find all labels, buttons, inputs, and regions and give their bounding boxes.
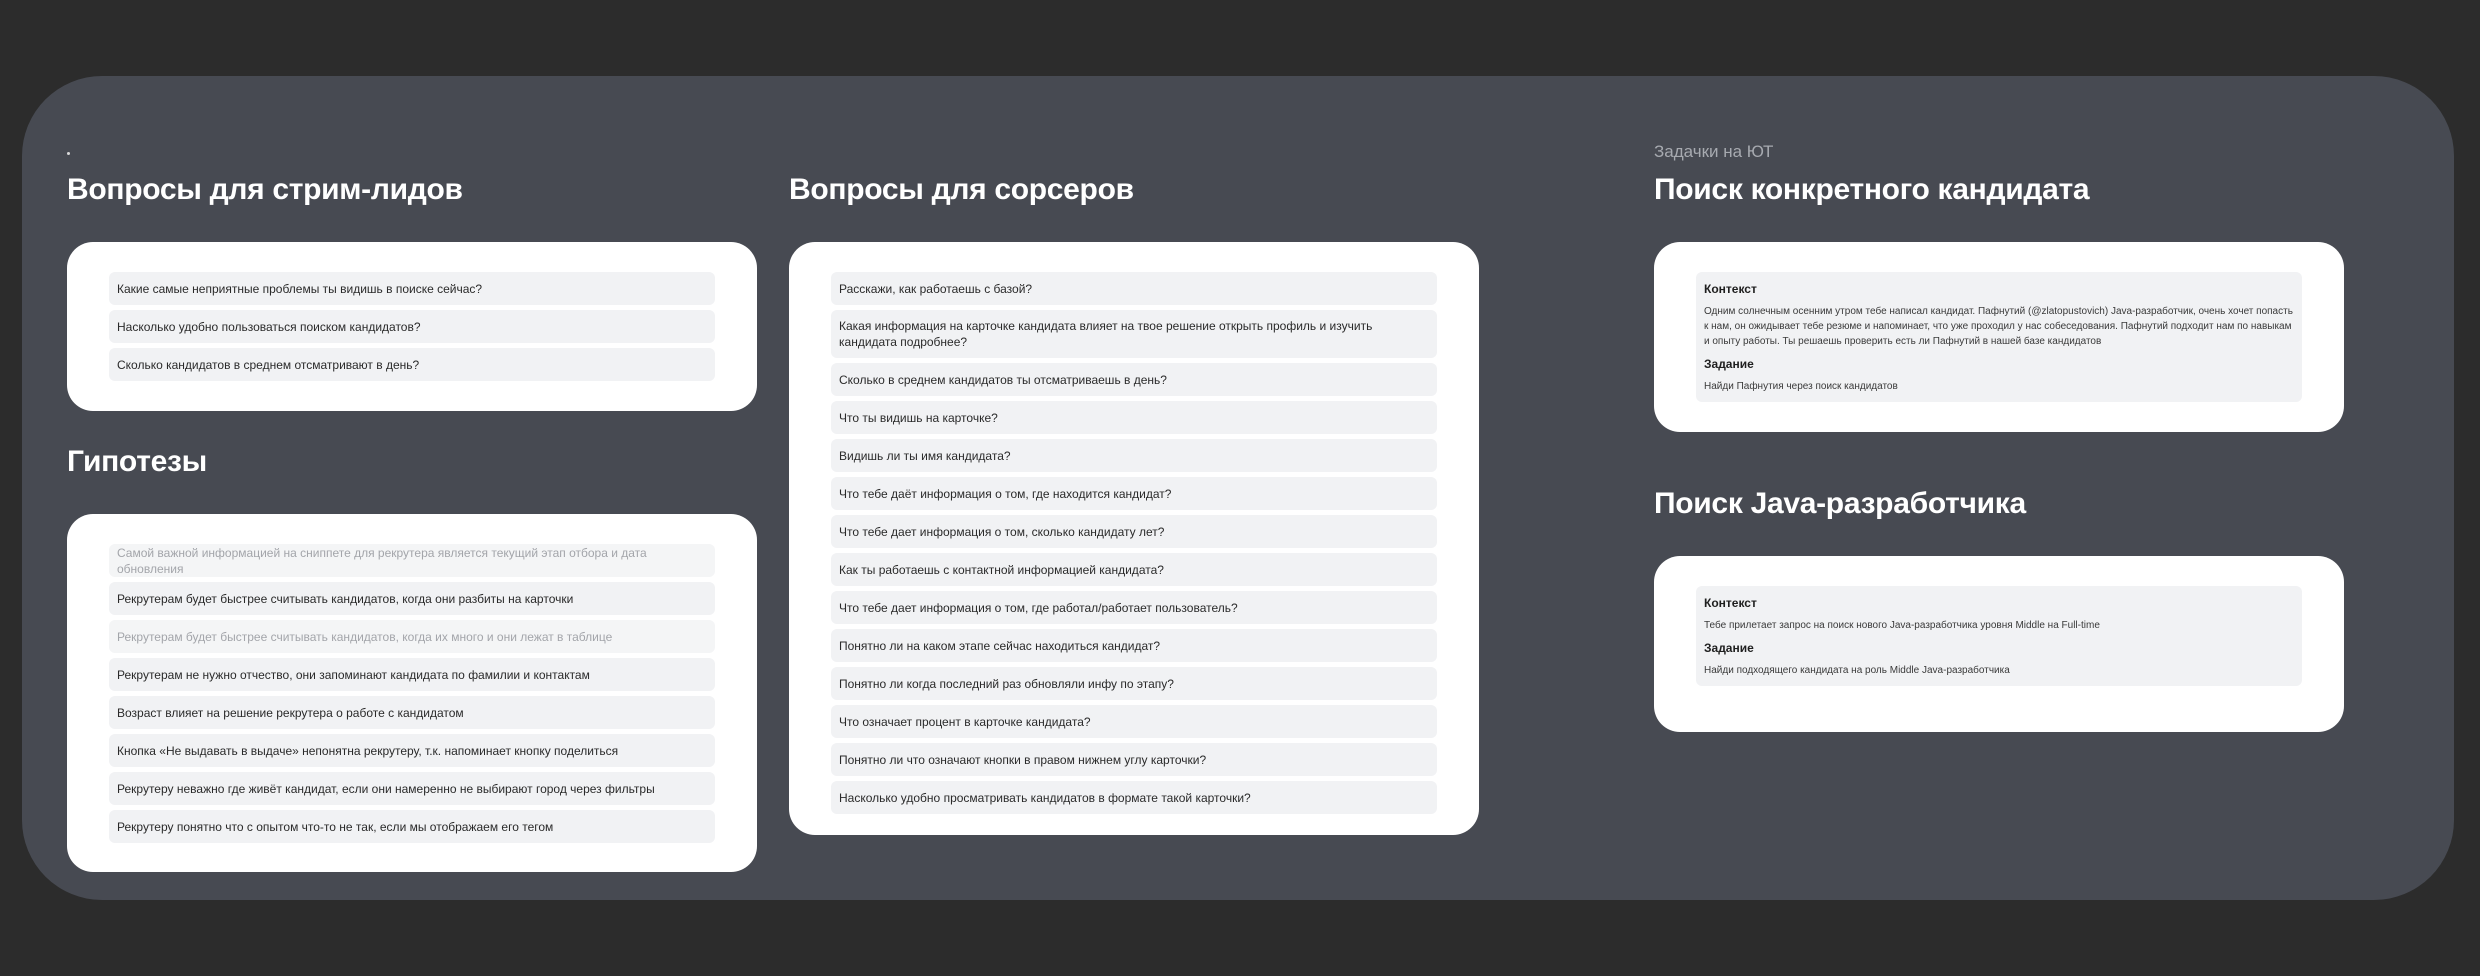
decorative-dot — [67, 152, 70, 155]
section-title-java-developer: Поиск Java-разработчика — [1654, 487, 2026, 520]
task-context-block: Контекст Тебе прилетает запрос на поиск … — [1696, 586, 2302, 686]
question-item[interactable]: Что означает процент в карточке кандидат… — [831, 705, 1437, 738]
hypothesis-item[interactable]: Самой важной информацией на сниппете для… — [109, 544, 715, 577]
hypothesis-item[interactable]: Рекрутеру понятно что с опытом что-то не… — [109, 810, 715, 843]
task-context-block: Контекст Одним солнечным осенним утром т… — [1696, 272, 2302, 402]
context-title: Контекст — [1704, 596, 1757, 610]
task-card-specific-candidate: Контекст Одним солнечным осенним утром т… — [1654, 242, 2344, 432]
question-item[interactable]: Что ты видишь на карточке? — [831, 401, 1437, 434]
section-title-specific-candidate: Поиск конкретного кандидата — [1654, 173, 2090, 206]
context-text: Одним солнечным осенним утром тебе напис… — [1704, 306, 2293, 347]
question-item[interactable]: Видишь ли ты имя кандидата? — [831, 439, 1437, 472]
section-eyebrow-tasks: Задачки на ЮТ — [1654, 142, 1774, 161]
context-text: Тебе прилетает запрос на поиск нового Ja… — [1704, 620, 2100, 631]
question-item[interactable]: Как ты работаешь с контактной информацие… — [831, 553, 1437, 586]
task-text: Найди подходящего кандидата на роль Midd… — [1704, 665, 2010, 676]
task-card-java-developer: Контекст Тебе прилетает запрос на поиск … — [1654, 556, 2344, 732]
sourcers-questions-card: Расскажи, как работаешь с базой? Какая и… — [789, 242, 1479, 835]
hypothesis-item[interactable]: Возраст влияет на решение рекрутера о ра… — [109, 696, 715, 729]
task-text: Найди Пафнутия через поиск кандидатов — [1704, 381, 1898, 392]
question-item[interactable]: Сколько в среднем кандидатов ты отсматри… — [831, 363, 1437, 396]
question-item[interactable]: Что тебе дает информация о том, где рабо… — [831, 591, 1437, 624]
section-title-stream-leads: Вопросы для стрим-лидов — [67, 173, 463, 206]
question-item[interactable]: Понятно ли на каком этапе сейчас находит… — [831, 629, 1437, 662]
question-item[interactable]: Какая информация на карточке кандидата в… — [831, 310, 1437, 358]
section-title-hypotheses: Гипотезы — [67, 445, 207, 478]
hypothesis-item[interactable]: Рекрутерам будет быстрее считывать канди… — [109, 582, 715, 615]
stream-leads-questions-card: Какие самые неприятные проблемы ты видиш… — [67, 242, 757, 411]
question-item[interactable]: Насколько удобно пользоваться поиском ка… — [109, 310, 715, 343]
section-title-sourcers: Вопросы для сорсеров — [789, 173, 1134, 206]
hypotheses-card: Самой важной информацией на сниппете для… — [67, 514, 757, 872]
question-item[interactable]: Что тебе дает информация о том, сколько … — [831, 515, 1437, 548]
hypothesis-item[interactable]: Рекрутерам будет быстрее считывать канди… — [109, 620, 715, 653]
question-item[interactable]: Насколько удобно просматривать кандидато… — [831, 781, 1437, 814]
hypothesis-item[interactable]: Рекрутерам не нужно отчество, они запоми… — [109, 658, 715, 691]
question-item[interactable]: Что тебе даёт информация о том, где нахо… — [831, 477, 1437, 510]
question-item[interactable]: Понятно ли когда последний раз обновляли… — [831, 667, 1437, 700]
task-title: Задание — [1704, 357, 1754, 371]
question-item[interactable]: Понятно ли что означают кнопки в правом … — [831, 743, 1437, 776]
question-item[interactable]: Сколько кандидатов в среднем отсматриваю… — [109, 348, 715, 381]
context-title: Контекст — [1704, 282, 1757, 296]
hypothesis-item[interactable]: Кнопка «Не выдавать в выдаче» непонятна … — [109, 734, 715, 767]
question-item[interactable]: Какие самые неприятные проблемы ты видиш… — [109, 272, 715, 305]
question-item[interactable]: Расскажи, как работаешь с базой? — [831, 272, 1437, 305]
hypothesis-item[interactable]: Рекрутеру неважно где живёт кандидат, ес… — [109, 772, 715, 805]
task-title: Задание — [1704, 641, 1754, 655]
